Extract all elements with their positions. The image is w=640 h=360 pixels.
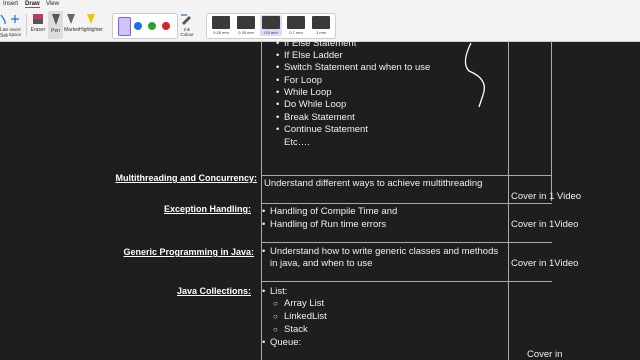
cover-text: Cover in bbox=[527, 349, 563, 360]
stroke-width-gallery: 0.25 mm 0.35 mm 0.5 mm 0.7 mm 1 mm bbox=[206, 13, 336, 39]
marker-tool[interactable]: Marker bbox=[64, 13, 80, 33]
color-swatch-blue[interactable] bbox=[134, 22, 142, 30]
selected-color-swatch[interactable] bbox=[118, 17, 131, 36]
etc-text: Etc…. bbox=[284, 137, 310, 148]
row-text: Understand how to write generic classes … bbox=[262, 246, 498, 257]
color-swatch-red[interactable] bbox=[162, 22, 170, 30]
list-item: If Else Statement bbox=[276, 38, 356, 49]
list-item: If Else Ladder bbox=[276, 50, 343, 61]
lasso-label: Lasso Select bbox=[0, 27, 8, 39]
list-item: LinkedList bbox=[273, 311, 327, 322]
tab-insert[interactable]: Insert bbox=[3, 1, 18, 7]
ink-colour-button[interactable]: Ink Colour bbox=[178, 13, 196, 37]
eraser-tool[interactable]: Eraser bbox=[29, 13, 47, 33]
stroke-0-7mm[interactable]: 0.7 mm bbox=[285, 15, 307, 36]
list-item: Switch Statement and when to use bbox=[276, 62, 430, 73]
list-label: List: bbox=[262, 286, 288, 297]
heading-exception-handling: Exception Handling: bbox=[163, 204, 251, 214]
lasso-icon bbox=[0, 14, 6, 24]
highlighter-tool[interactable]: Highlighter bbox=[79, 13, 103, 33]
list-item: Array List bbox=[273, 298, 324, 309]
cover-text: Cover in 1Video bbox=[511, 258, 579, 269]
stroke-1mm[interactable]: 1 mm bbox=[310, 15, 332, 36]
pen-icon bbox=[51, 14, 60, 25]
tab-draw[interactable]: Draw bbox=[25, 1, 40, 8]
list-item: For Loop bbox=[276, 75, 322, 86]
eraser-icon bbox=[33, 14, 43, 24]
row-text: Handling of Run time errors bbox=[262, 219, 386, 230]
highlighter-icon bbox=[87, 14, 95, 24]
marker-icon bbox=[67, 14, 75, 24]
stroke-0-5mm[interactable]: 0.5 mm bbox=[260, 15, 282, 36]
ribbon-tabs: Insert Draw View bbox=[0, 0, 640, 10]
cover-text: Cover in 1Video bbox=[511, 219, 579, 230]
insert-space-tool[interactable]: Insert Space bbox=[8, 13, 22, 37]
marker-label: Marker bbox=[64, 27, 80, 33]
lasso-select-tool[interactable]: Lasso Select bbox=[0, 13, 8, 39]
list-item: Stack bbox=[273, 324, 308, 335]
stroke-0-35mm[interactable]: 0.35 mm bbox=[235, 15, 257, 36]
list-item: Break Statement bbox=[276, 112, 355, 123]
heading-multithreading: Multithreading and Concurrency: bbox=[115, 173, 257, 183]
row-text: Understand different ways to achieve mul… bbox=[264, 178, 483, 189]
insert-space-label: Insert Space bbox=[8, 27, 22, 37]
list-item: Continue Statement bbox=[276, 124, 368, 135]
list-item: Do While Loop bbox=[276, 99, 346, 110]
note-page: If Else Statement If Else Ladder Switch … bbox=[0, 38, 640, 360]
ink-stroke-drawing bbox=[464, 42, 486, 108]
highlighter-label: Highlighter bbox=[79, 27, 103, 33]
cover-text: Cover in 1 Video bbox=[511, 191, 582, 202]
list-item: While Loop bbox=[276, 87, 331, 98]
eraser-label: Eraser bbox=[30, 27, 46, 33]
stroke-0-25mm[interactable]: 0.25 mm bbox=[210, 15, 232, 36]
color-swatch-green[interactable] bbox=[148, 22, 156, 30]
row-text: Handling of Compile Time and bbox=[262, 206, 397, 217]
list-label: Queue: bbox=[262, 337, 301, 348]
insert-space-icon bbox=[11, 15, 19, 23]
pen-label: Pen bbox=[51, 28, 60, 34]
ink-colour-label: Ink Colour bbox=[180, 27, 194, 37]
pen-tool[interactable]: Pen bbox=[48, 11, 63, 39]
ink-color-palette bbox=[112, 13, 178, 39]
heading-java-collections: Java Collections: bbox=[176, 286, 251, 296]
tab-view[interactable]: View bbox=[46, 1, 59, 7]
ink-colour-icon bbox=[181, 14, 191, 25]
row-text: in java, and when to use bbox=[270, 258, 373, 269]
heading-generic-programming: Generic Programming in Java: bbox=[123, 247, 254, 257]
